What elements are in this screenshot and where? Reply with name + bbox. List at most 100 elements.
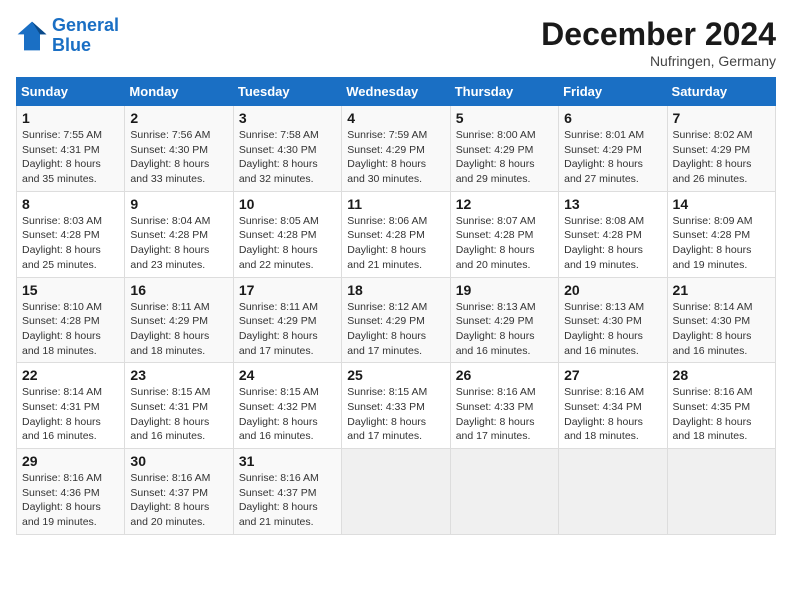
day-info: Sunrise: 8:00 AMSunset: 4:29 PMDaylight:… bbox=[456, 128, 553, 187]
day-info: Sunrise: 8:06 AMSunset: 4:28 PMDaylight:… bbox=[347, 214, 444, 273]
day-info: Sunrise: 8:16 AMSunset: 4:34 PMDaylight:… bbox=[564, 385, 661, 444]
day-number: 10 bbox=[239, 196, 336, 212]
day-info: Sunrise: 8:01 AMSunset: 4:29 PMDaylight:… bbox=[564, 128, 661, 187]
col-saturday: Saturday bbox=[667, 78, 775, 106]
calendar-cell: 13 Sunrise: 8:08 AMSunset: 4:28 PMDaylig… bbox=[559, 191, 667, 277]
day-info: Sunrise: 7:55 AMSunset: 4:31 PMDaylight:… bbox=[22, 128, 119, 187]
day-info: Sunrise: 8:11 AMSunset: 4:29 PMDaylight:… bbox=[130, 300, 227, 359]
calendar-cell: 4 Sunrise: 7:59 AMSunset: 4:29 PMDayligh… bbox=[342, 106, 450, 192]
calendar-cell: 7 Sunrise: 8:02 AMSunset: 4:29 PMDayligh… bbox=[667, 106, 775, 192]
page-header: GeneralBlue December 2024 Nufringen, Ger… bbox=[16, 16, 776, 69]
day-number: 4 bbox=[347, 110, 444, 126]
day-number: 6 bbox=[564, 110, 661, 126]
calendar-cell: 25 Sunrise: 8:15 AMSunset: 4:33 PMDaylig… bbox=[342, 363, 450, 449]
weekday-row: Sunday Monday Tuesday Wednesday Thursday… bbox=[17, 78, 776, 106]
calendar-cell: 5 Sunrise: 8:00 AMSunset: 4:29 PMDayligh… bbox=[450, 106, 558, 192]
month-title: December 2024 bbox=[541, 16, 776, 53]
calendar-row: 1 Sunrise: 7:55 AMSunset: 4:31 PMDayligh… bbox=[17, 106, 776, 192]
col-sunday: Sunday bbox=[17, 78, 125, 106]
day-info: Sunrise: 8:15 AMSunset: 4:31 PMDaylight:… bbox=[130, 385, 227, 444]
day-number: 20 bbox=[564, 282, 661, 298]
col-friday: Friday bbox=[559, 78, 667, 106]
location: Nufringen, Germany bbox=[541, 53, 776, 69]
day-info: Sunrise: 8:16 AMSunset: 4:37 PMDaylight:… bbox=[130, 471, 227, 530]
day-info: Sunrise: 7:56 AMSunset: 4:30 PMDaylight:… bbox=[130, 128, 227, 187]
day-info: Sunrise: 7:58 AMSunset: 4:30 PMDaylight:… bbox=[239, 128, 336, 187]
calendar-cell: 2 Sunrise: 7:56 AMSunset: 4:30 PMDayligh… bbox=[125, 106, 233, 192]
day-number: 29 bbox=[22, 453, 119, 469]
calendar-cell bbox=[450, 449, 558, 535]
calendar-table: Sunday Monday Tuesday Wednesday Thursday… bbox=[16, 77, 776, 535]
calendar-row: 22 Sunrise: 8:14 AMSunset: 4:31 PMDaylig… bbox=[17, 363, 776, 449]
calendar-cell: 22 Sunrise: 8:14 AMSunset: 4:31 PMDaylig… bbox=[17, 363, 125, 449]
calendar-row: 15 Sunrise: 8:10 AMSunset: 4:28 PMDaylig… bbox=[17, 277, 776, 363]
day-info: Sunrise: 8:15 AMSunset: 4:33 PMDaylight:… bbox=[347, 385, 444, 444]
day-number: 7 bbox=[673, 110, 770, 126]
calendar-cell: 10 Sunrise: 8:05 AMSunset: 4:28 PMDaylig… bbox=[233, 191, 341, 277]
day-number: 30 bbox=[130, 453, 227, 469]
day-number: 9 bbox=[130, 196, 227, 212]
day-info: Sunrise: 8:10 AMSunset: 4:28 PMDaylight:… bbox=[22, 300, 119, 359]
day-number: 3 bbox=[239, 110, 336, 126]
day-number: 27 bbox=[564, 367, 661, 383]
calendar-cell: 15 Sunrise: 8:10 AMSunset: 4:28 PMDaylig… bbox=[17, 277, 125, 363]
calendar-cell: 1 Sunrise: 7:55 AMSunset: 4:31 PMDayligh… bbox=[17, 106, 125, 192]
day-number: 12 bbox=[456, 196, 553, 212]
col-thursday: Thursday bbox=[450, 78, 558, 106]
day-info: Sunrise: 8:13 AMSunset: 4:29 PMDaylight:… bbox=[456, 300, 553, 359]
col-wednesday: Wednesday bbox=[342, 78, 450, 106]
day-info: Sunrise: 8:14 AMSunset: 4:30 PMDaylight:… bbox=[673, 300, 770, 359]
day-info: Sunrise: 7:59 AMSunset: 4:29 PMDaylight:… bbox=[347, 128, 444, 187]
col-tuesday: Tuesday bbox=[233, 78, 341, 106]
calendar-cell bbox=[559, 449, 667, 535]
calendar-header: Sunday Monday Tuesday Wednesday Thursday… bbox=[17, 78, 776, 106]
day-number: 16 bbox=[130, 282, 227, 298]
calendar-cell bbox=[342, 449, 450, 535]
day-number: 23 bbox=[130, 367, 227, 383]
calendar-body: 1 Sunrise: 7:55 AMSunset: 4:31 PMDayligh… bbox=[17, 106, 776, 535]
day-number: 19 bbox=[456, 282, 553, 298]
logo-icon bbox=[16, 20, 48, 52]
day-info: Sunrise: 8:03 AMSunset: 4:28 PMDaylight:… bbox=[22, 214, 119, 273]
day-number: 14 bbox=[673, 196, 770, 212]
day-number: 21 bbox=[673, 282, 770, 298]
day-info: Sunrise: 8:09 AMSunset: 4:28 PMDaylight:… bbox=[673, 214, 770, 273]
day-number: 25 bbox=[347, 367, 444, 383]
day-number: 18 bbox=[347, 282, 444, 298]
calendar-cell: 24 Sunrise: 8:15 AMSunset: 4:32 PMDaylig… bbox=[233, 363, 341, 449]
col-monday: Monday bbox=[125, 78, 233, 106]
calendar-cell: 11 Sunrise: 8:06 AMSunset: 4:28 PMDaylig… bbox=[342, 191, 450, 277]
day-number: 11 bbox=[347, 196, 444, 212]
day-number: 1 bbox=[22, 110, 119, 126]
day-info: Sunrise: 8:02 AMSunset: 4:29 PMDaylight:… bbox=[673, 128, 770, 187]
calendar-cell: 20 Sunrise: 8:13 AMSunset: 4:30 PMDaylig… bbox=[559, 277, 667, 363]
calendar-cell: 27 Sunrise: 8:16 AMSunset: 4:34 PMDaylig… bbox=[559, 363, 667, 449]
title-block: December 2024 Nufringen, Germany bbox=[541, 16, 776, 69]
day-info: Sunrise: 8:04 AMSunset: 4:28 PMDaylight:… bbox=[130, 214, 227, 273]
day-number: 22 bbox=[22, 367, 119, 383]
calendar-cell: 28 Sunrise: 8:16 AMSunset: 4:35 PMDaylig… bbox=[667, 363, 775, 449]
calendar-cell: 21 Sunrise: 8:14 AMSunset: 4:30 PMDaylig… bbox=[667, 277, 775, 363]
calendar-row: 29 Sunrise: 8:16 AMSunset: 4:36 PMDaylig… bbox=[17, 449, 776, 535]
day-info: Sunrise: 8:13 AMSunset: 4:30 PMDaylight:… bbox=[564, 300, 661, 359]
day-number: 31 bbox=[239, 453, 336, 469]
calendar-cell: 12 Sunrise: 8:07 AMSunset: 4:28 PMDaylig… bbox=[450, 191, 558, 277]
logo: GeneralBlue bbox=[16, 16, 119, 56]
calendar-cell: 31 Sunrise: 8:16 AMSunset: 4:37 PMDaylig… bbox=[233, 449, 341, 535]
calendar-cell: 30 Sunrise: 8:16 AMSunset: 4:37 PMDaylig… bbox=[125, 449, 233, 535]
day-number: 26 bbox=[456, 367, 553, 383]
day-number: 15 bbox=[22, 282, 119, 298]
calendar-cell: 3 Sunrise: 7:58 AMSunset: 4:30 PMDayligh… bbox=[233, 106, 341, 192]
day-info: Sunrise: 8:16 AMSunset: 4:36 PMDaylight:… bbox=[22, 471, 119, 530]
calendar-cell bbox=[667, 449, 775, 535]
day-number: 24 bbox=[239, 367, 336, 383]
day-number: 8 bbox=[22, 196, 119, 212]
day-number: 13 bbox=[564, 196, 661, 212]
calendar-cell: 14 Sunrise: 8:09 AMSunset: 4:28 PMDaylig… bbox=[667, 191, 775, 277]
calendar-cell: 26 Sunrise: 8:16 AMSunset: 4:33 PMDaylig… bbox=[450, 363, 558, 449]
calendar-cell: 23 Sunrise: 8:15 AMSunset: 4:31 PMDaylig… bbox=[125, 363, 233, 449]
day-number: 17 bbox=[239, 282, 336, 298]
day-info: Sunrise: 8:15 AMSunset: 4:32 PMDaylight:… bbox=[239, 385, 336, 444]
day-number: 2 bbox=[130, 110, 227, 126]
calendar-cell: 6 Sunrise: 8:01 AMSunset: 4:29 PMDayligh… bbox=[559, 106, 667, 192]
